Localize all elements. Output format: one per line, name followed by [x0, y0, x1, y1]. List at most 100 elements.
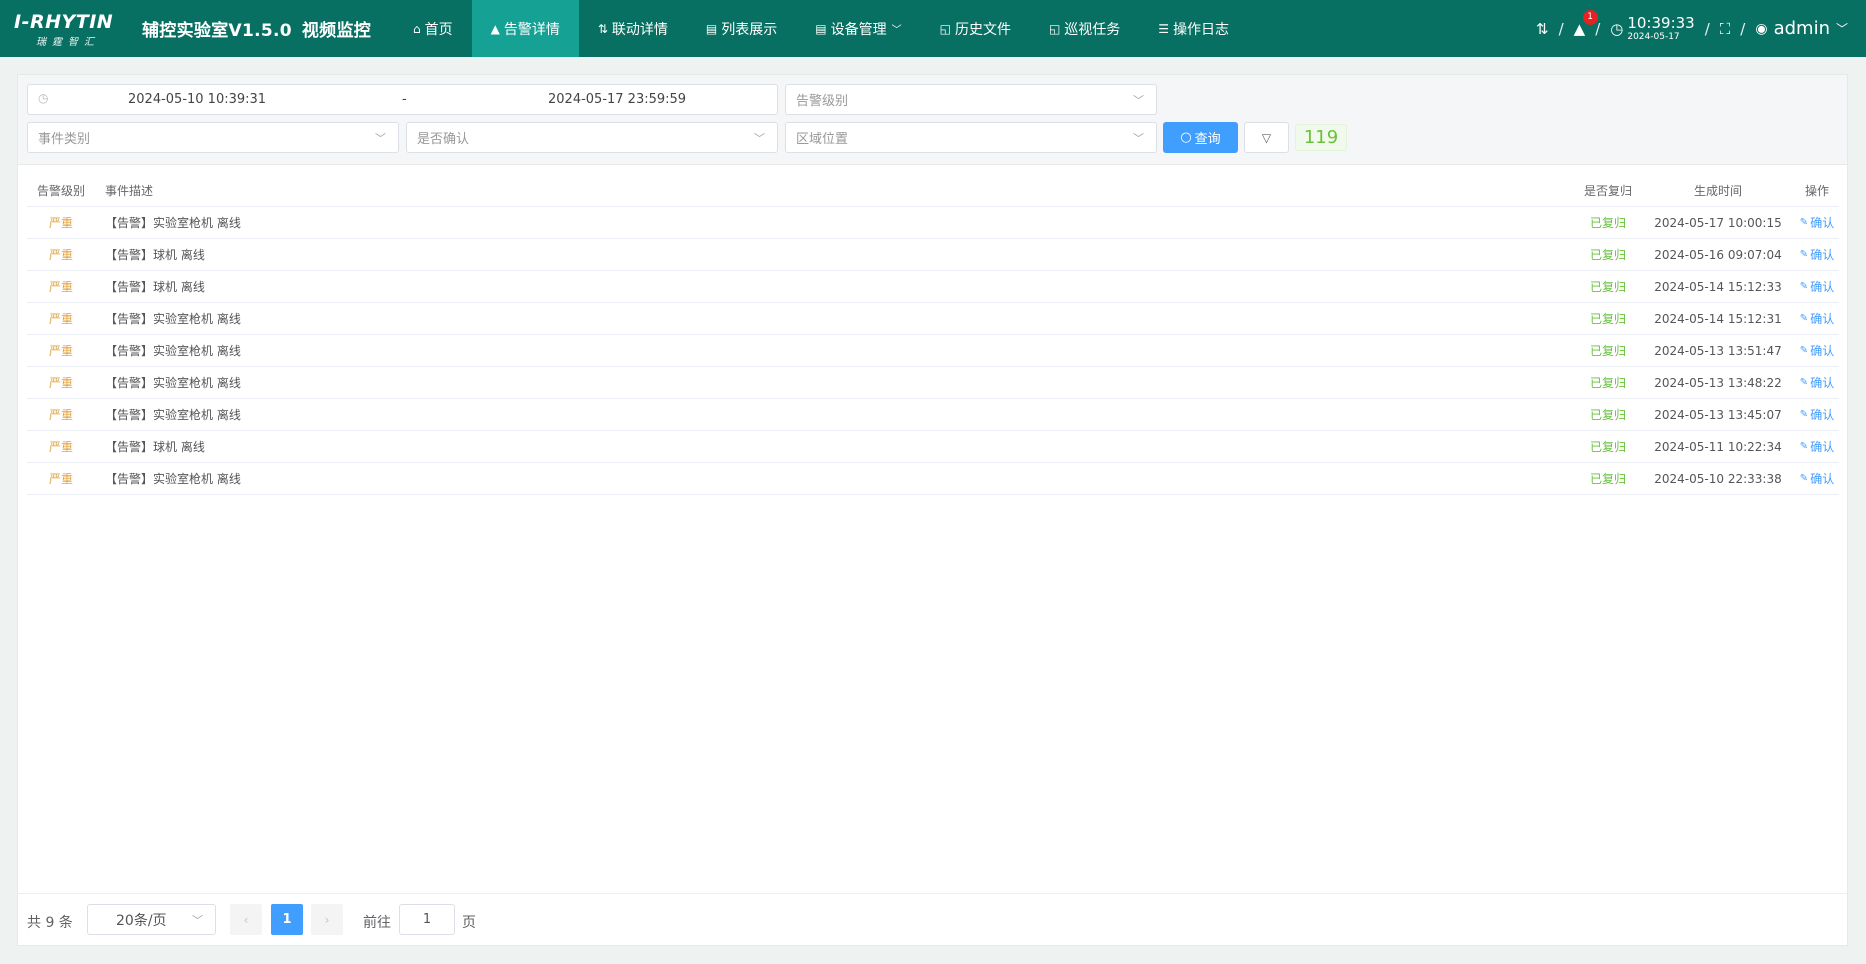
end-date[interactable]: 2024-05-17 23:59:59	[548, 92, 686, 107]
search-icon: ○	[1180, 130, 1192, 145]
confirm-button[interactable]: ✎ 确认	[1795, 463, 1839, 494]
next-page-button[interactable]: ›	[311, 904, 343, 935]
confirm-button[interactable]: ✎ 确认	[1795, 239, 1839, 270]
row-time: 2024-05-11 10:22:34	[1654, 439, 1782, 454]
table-header: 告警级别 事件描述 是否复归 生成时间 操作	[27, 174, 1839, 207]
row-description: 【告警】实验室枪机 离线	[105, 376, 241, 390]
start-date[interactable]: 2024-05-10 10:39:31	[128, 92, 266, 107]
confirm-label: 确认	[1810, 216, 1835, 230]
chevron-left-icon: ‹	[243, 912, 249, 927]
nav-item-alarm-details[interactable]: ▲ 告警详情	[471, 0, 579, 57]
page-size-select[interactable]: 20条/页 ﹀	[87, 904, 216, 935]
top-navbar: I-RHYTIN 瑞霆智汇 辅控实验室V1.5.0 视频监控 ⌂ 首页 ▲ 告警详…	[0, 0, 1866, 57]
row-description: 【告警】球机 离线	[105, 280, 205, 294]
nav-item-history-files[interactable]: ◱ 历史文件	[921, 0, 1030, 57]
device-icon: ▤	[815, 21, 827, 36]
row-recovered: 已复归	[1589, 376, 1626, 390]
row-description: 【告警】实验室枪机 离线	[105, 312, 241, 326]
edit-icon: ✎	[1799, 473, 1809, 484]
row-recovered: 已复归	[1589, 248, 1626, 262]
query-button[interactable]: ○ 查询	[1163, 122, 1238, 153]
home-icon: ⌂	[413, 21, 421, 36]
switch-icon[interactable]: ⇅	[1536, 20, 1549, 38]
nav-item-label: 告警详情	[503, 21, 560, 38]
pagination: 共 9 条 20条/页 ﹀ ‹ 1 › 前往 页	[18, 893, 1847, 947]
navbar-right-tools: ⇅ / ▲ 1 / ◷ 10:39:33 2024-05-17 / ⛶ / ◉ a…	[1536, 0, 1848, 57]
edit-icon: ✎	[1799, 377, 1809, 388]
confirm-button[interactable]: ✎ 确认	[1795, 207, 1839, 238]
confirm-button[interactable]: ✎ 确认	[1795, 303, 1839, 334]
clock-icon: ◷	[1610, 19, 1624, 38]
page-number-current[interactable]: 1	[271, 904, 303, 935]
alarm-count-tag: 119	[1295, 124, 1347, 151]
confirm-button[interactable]: ✎ 确认	[1795, 399, 1839, 430]
nav-item-label: 设备管理	[830, 21, 887, 38]
confirm-button[interactable]: ✎ 确认	[1795, 367, 1839, 398]
main-menu: ⌂ 首页 ▲ 告警详情 ⇅ 联动详情 ▤ 列表展示 ▤ 设备管理 ﹀ ◱ 历史文…	[394, 0, 1248, 57]
area-select[interactable]: 区域位置 ﹀	[785, 122, 1157, 153]
filter-icon: ▽	[1261, 130, 1272, 145]
table-body: 严重 【告警】实验室枪机 离线 已复归 2024-05-17 10:00:15 ✎ 确认严…	[27, 207, 1839, 495]
confirm-label: 确认	[1810, 376, 1835, 390]
file-icon: ◱	[939, 21, 951, 36]
table-row: 严重 【告警】实验室枪机 离线 已复归 2024-05-13 13:51:47 ✎ 确认	[27, 335, 1839, 367]
nav-item-list-view[interactable]: ▤ 列表展示	[687, 0, 796, 57]
confirm-button[interactable]: ✎ 确认	[1795, 335, 1839, 366]
row-description: 【告警】实验室枪机 离线	[105, 216, 241, 230]
nav-item-device-management[interactable]: ▤ 设备管理 ﹀	[796, 0, 920, 57]
nav-item-label: 巡视任务	[1064, 21, 1121, 38]
row-recovered: 已复归	[1589, 408, 1626, 422]
app-title: 辅控实验室V1.5.0 视频监控	[142, 16, 394, 41]
edit-icon: ✎	[1799, 409, 1809, 420]
alarm-bell-icon[interactable]: ▲ 1	[1574, 9, 1598, 38]
row-recovered: 已复归	[1589, 344, 1626, 358]
confirm-label: 确认	[1810, 472, 1835, 486]
event-type-select[interactable]: 事件类别 ﹀	[27, 122, 399, 153]
link-icon: ⇅	[597, 21, 608, 36]
row-level: 严重	[48, 248, 73, 262]
nav-item-home[interactable]: ⌂ 首页	[394, 0, 472, 57]
confirm-button[interactable]: ✎ 确认	[1795, 431, 1839, 462]
chevron-down-icon: ﹀	[891, 25, 902, 36]
prev-page-button[interactable]: ‹	[230, 904, 262, 935]
fullscreen-icon[interactable]: ⛶	[1720, 20, 1731, 38]
table-row: 严重 【告警】实验室枪机 离线 已复归 2024-05-13 13:45:07 ✎ 确认	[27, 399, 1839, 431]
row-time: 2024-05-13 13:51:47	[1654, 343, 1782, 358]
alarm-level-placeholder: 告警级别	[796, 94, 849, 109]
nav-item-operation-log[interactable]: ☰ 操作日志	[1139, 0, 1248, 57]
logo-text: I-RHYTIN	[14, 11, 114, 33]
row-description: 【告警】实验室枪机 离线	[105, 472, 241, 486]
chevron-right-icon: ›	[324, 912, 330, 927]
logo-subtext: 瑞霆智汇	[36, 37, 100, 48]
nav-item-linkage-details[interactable]: ⇅ 联动详情	[579, 0, 687, 57]
row-recovered: 已复归	[1589, 472, 1626, 486]
row-description: 【告警】实验室枪机 离线	[105, 344, 241, 358]
event-type-placeholder: 事件类别	[38, 132, 91, 147]
row-level: 严重	[48, 440, 73, 454]
user-menu[interactable]: ◉ admin ﹀	[1755, 18, 1848, 39]
row-level: 严重	[48, 408, 73, 422]
confirmed-select[interactable]: 是否确认 ﹀	[406, 122, 778, 153]
row-description: 【告警】球机 离线	[105, 440, 205, 454]
edit-icon: ✎	[1799, 217, 1809, 228]
edit-icon: ✎	[1799, 281, 1809, 292]
alarm-level-select[interactable]: 告警级别 ﹀	[785, 84, 1157, 115]
clock-time: 10:39:33	[1627, 13, 1695, 32]
header-level: 告警级别	[36, 183, 85, 198]
goto-page-input[interactable]	[399, 904, 455, 935]
confirm-button[interactable]: ✎ 确认	[1795, 271, 1839, 302]
nav-item-label: 历史文件	[954, 21, 1011, 38]
total-count: 共 9 条	[27, 915, 73, 931]
date-range-picker[interactable]: ◷ 2024-05-10 10:39:31 - 2024-05-17 23:59…	[27, 84, 778, 115]
table-row: 严重 【告警】实验室枪机 离线 已复归 2024-05-14 15:12:31 ✎ 确认	[27, 303, 1839, 335]
confirm-label: 确认	[1810, 440, 1835, 454]
row-time: 2024-05-17 10:00:15	[1654, 215, 1782, 230]
nav-item-label: 操作日志	[1173, 21, 1230, 38]
date-separator: -	[402, 92, 407, 107]
chevron-down-icon: ﹀	[1133, 94, 1144, 107]
row-level: 严重	[48, 216, 73, 230]
nav-item-patrol-tasks[interactable]: ◱ 巡视任务	[1030, 0, 1139, 57]
chevron-down-icon: ﹀	[1835, 22, 1848, 36]
username: admin	[1773, 18, 1830, 39]
filter-button[interactable]: ▽	[1244, 122, 1289, 153]
